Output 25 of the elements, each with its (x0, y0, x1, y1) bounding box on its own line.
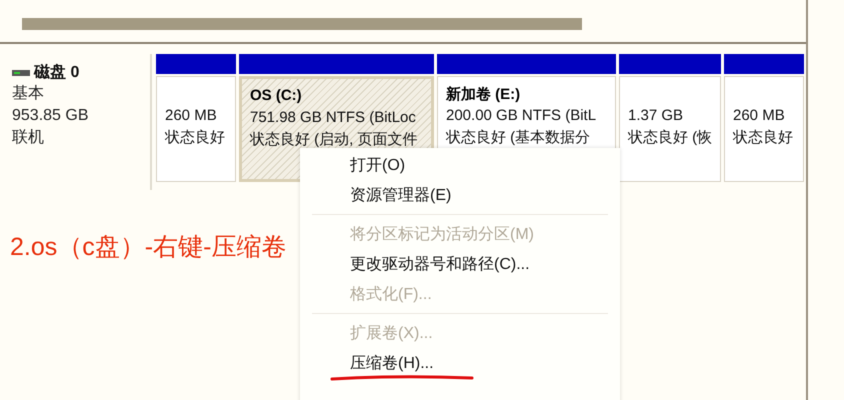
menu-item[interactable]: 更改驱动器号和路径(C)... (350, 254, 530, 274)
partition-size: 260 MB (165, 106, 218, 126)
disk-size: 953.85 GB (12, 106, 90, 126)
annotation-text: 2.os（c盘）-右键-压缩卷 (10, 232, 286, 263)
partition-size: 260 MB (733, 106, 786, 126)
menu-item[interactable]: 打开(O) (350, 154, 406, 176)
partition-size: 1.37 GB (628, 106, 684, 126)
disk-name: 磁盘 0 (34, 62, 80, 83)
partition-status: 状态良好 (基本数据分 (446, 128, 592, 148)
partition-status: 状态良好 (恢 (628, 128, 714, 148)
partition-block[interactable]: 260 MB 状态良好 (724, 76, 804, 182)
partition-block[interactable]: 1.37 GB 状态良好 (恢 (619, 76, 721, 182)
partition-label: 新加卷 (E:) (446, 85, 522, 105)
menu-item[interactable]: 压缩卷(H)... (350, 352, 434, 374)
partition-status: 状态良好 (733, 128, 794, 148)
partition-status: 状态良好 (165, 128, 226, 148)
partition-size: 200.00 GB NTFS (BitL (446, 106, 598, 126)
partition-size: 751.98 GB NTFS (BitLoc (250, 108, 417, 128)
scrollbar-thumb[interactable] (22, 18, 582, 30)
partition-status: 状态良好 (启动, 页面文件 (250, 130, 418, 150)
disk-status: 联机 (12, 128, 45, 148)
disk-type: 基本 (12, 84, 45, 104)
partition-label: OS (C:) (250, 87, 303, 106)
menu-item[interactable]: 资源管理器(E) (350, 184, 452, 206)
partition-block[interactable]: 260 MB 状态良好 (156, 76, 236, 182)
